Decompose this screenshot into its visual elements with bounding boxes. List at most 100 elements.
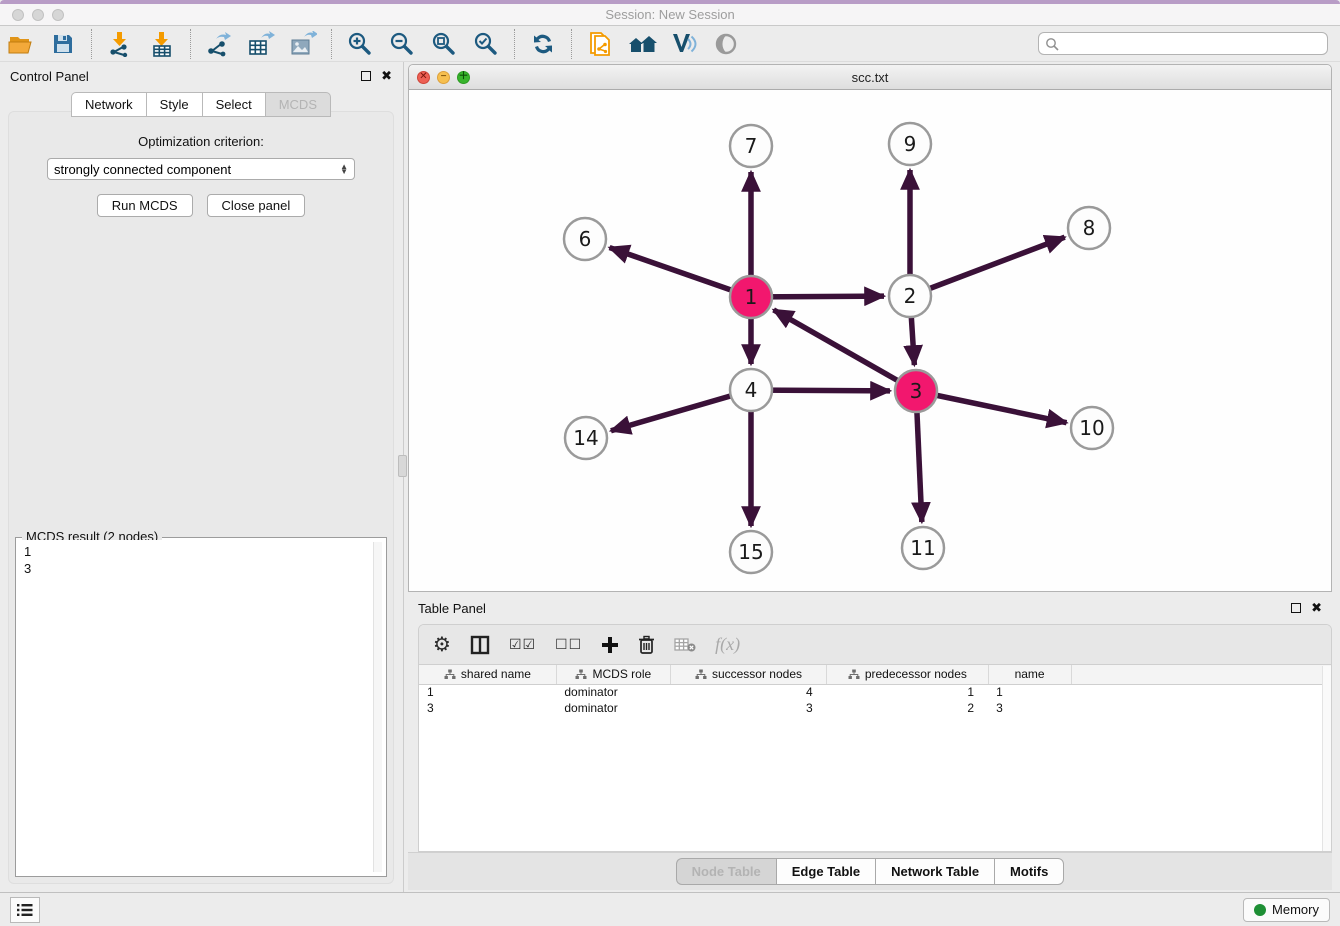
refresh-icon[interactable] [528,29,558,59]
delete-icon[interactable] [638,633,655,657]
tab-node-table[interactable]: Node Table [676,858,776,885]
run-mcds-button[interactable]: Run MCDS [97,194,193,217]
eye-icon[interactable] [711,29,741,59]
graph-node-2[interactable]: 2 [889,275,931,317]
float-panel-icon[interactable] [361,71,371,81]
search-box[interactable] [1038,32,1328,55]
network-canvas[interactable]: 7 9 6 8 1 2 4 3 14 10 15 11 [409,90,1331,591]
network-graph: 7 9 6 8 1 2 4 3 14 10 15 11 [409,90,1331,591]
save-session-icon[interactable] [48,29,78,59]
network-window-titlebar[interactable]: ✕ − ＋ scc.txt [409,65,1331,90]
cell-successor-nodes[interactable]: 3 [670,700,826,716]
graph-edge-1-6[interactable] [610,248,751,297]
tab-edge-table[interactable]: Edge Table [776,858,875,885]
graph-node-15[interactable]: 15 [730,531,772,573]
graph-node-4[interactable]: 4 [730,369,772,411]
panel-divider-handle[interactable] [398,455,407,477]
search-input[interactable] [1063,37,1321,51]
gear-icon[interactable]: ⚙ [433,633,451,657]
cell-predecessor-nodes[interactable]: 2 [827,700,988,716]
add-column-icon[interactable] [601,633,619,657]
graph-node-3[interactable]: 3 [895,370,937,412]
svg-text:1: 1 [745,285,758,309]
graph-node-14[interactable]: 14 [565,417,607,459]
control-panel-tabs: Network Style Select MCDS [0,92,402,117]
cell-name[interactable]: 1 [988,684,1071,700]
zoom-selected-icon[interactable] [471,29,501,59]
memory-status-icon [1254,904,1266,916]
export-table-icon[interactable] [246,29,276,59]
mcds-result-list[interactable]: 1 3 [18,540,384,874]
tab-network-table[interactable]: Network Table [875,858,994,885]
deselect-all-icon[interactable]: ☐☐ [555,633,582,657]
table-row-0[interactable]: 1dominator411 [419,684,1331,700]
cell-name[interactable]: 3 [988,700,1071,716]
home-icon[interactable] [627,29,657,59]
export-network-icon[interactable] [204,29,234,59]
duplicate-network-icon[interactable] [585,29,615,59]
zoom-out-icon[interactable] [387,29,417,59]
column-header-2[interactable]: successor nodes [670,665,826,684]
graph-edge-3-10[interactable] [916,391,1067,423]
cell-MCDS-role[interactable]: dominator [556,700,670,716]
graph-node-7[interactable]: 7 [730,125,772,167]
tab-style[interactable]: Style [146,92,202,117]
result-line: 1 [24,543,378,560]
graph-node-8[interactable]: 8 [1068,207,1110,249]
svg-text:7: 7 [745,134,758,158]
zoom-in-icon[interactable] [345,29,375,59]
optimization-criterion-label: Optimization criterion: [9,134,393,149]
cell-shared-name[interactable]: 3 [419,700,556,716]
cell-predecessor-nodes[interactable]: 1 [827,684,988,700]
graph-node-6[interactable]: 6 [564,218,606,260]
column-header-4[interactable]: name [988,665,1071,684]
import-network-icon[interactable] [105,29,135,59]
table-scrollbar[interactable] [1322,666,1331,851]
select-all-icon[interactable]: ☑☑ [509,633,536,657]
column-view-icon[interactable] [470,633,490,657]
table-row-1[interactable]: 3dominator323 [419,700,1331,716]
vizmapper-icon[interactable] [669,29,699,59]
sort-column-icon [575,669,587,680]
column-header-3[interactable]: predecessor nodes [827,665,988,684]
optimization-criterion-dropdown[interactable]: strongly connected component ▲▼ [47,158,355,180]
graph-node-11[interactable]: 11 [902,527,944,569]
cell-MCDS-role[interactable]: dominator [556,684,670,700]
column-label: MCDS role [592,667,651,681]
search-icon [1045,37,1059,51]
open-session-icon[interactable] [6,29,36,59]
zoom-fit-icon[interactable] [429,29,459,59]
tab-motifs[interactable]: Motifs [994,858,1064,885]
column-header-0[interactable]: shared name [419,665,556,684]
memory-button[interactable]: Memory [1243,898,1330,922]
svg-text:2: 2 [904,284,917,308]
column-header-1[interactable]: MCDS role [556,665,670,684]
float-panel-icon[interactable] [1291,603,1301,613]
cell-successor-nodes[interactable]: 4 [670,684,826,700]
main-toolbar [0,26,1340,62]
task-history-button[interactable] [10,897,40,923]
table-toolbar: ⚙ ☑☑ ☐☐ f(x) [419,625,1331,665]
window-title: Session: New Session [0,7,1340,22]
result-scrollbar[interactable] [373,542,382,872]
close-panel-button[interactable]: Close panel [207,194,306,217]
tab-network[interactable]: Network [71,92,146,117]
graph-node-10[interactable]: 10 [1071,407,1113,449]
cell-shared-name[interactable]: 1 [419,684,556,700]
graph-edge-2-8[interactable] [910,237,1065,296]
close-panel-icon[interactable]: ✖ [381,71,392,81]
graph-node-9[interactable]: 9 [889,123,931,165]
graph-edge-3-1[interactable] [774,310,916,391]
tab-mcds[interactable]: MCDS [265,92,331,117]
close-panel-icon[interactable]: ✖ [1311,603,1322,613]
tab-select[interactable]: Select [202,92,265,117]
control-panel: Control Panel ✖ Network Style Select MCD… [0,62,402,892]
graph-node-1[interactable]: 1 [730,276,772,318]
column-header-filler [1071,665,1331,684]
svg-text:10: 10 [1079,416,1104,440]
sort-column-icon [848,669,860,680]
table-tab-strip: Node Table Edge Table Network Table Moti… [408,852,1332,890]
import-table-icon[interactable] [147,29,177,59]
cell-filler [1071,700,1331,716]
export-image-icon[interactable] [288,29,318,59]
